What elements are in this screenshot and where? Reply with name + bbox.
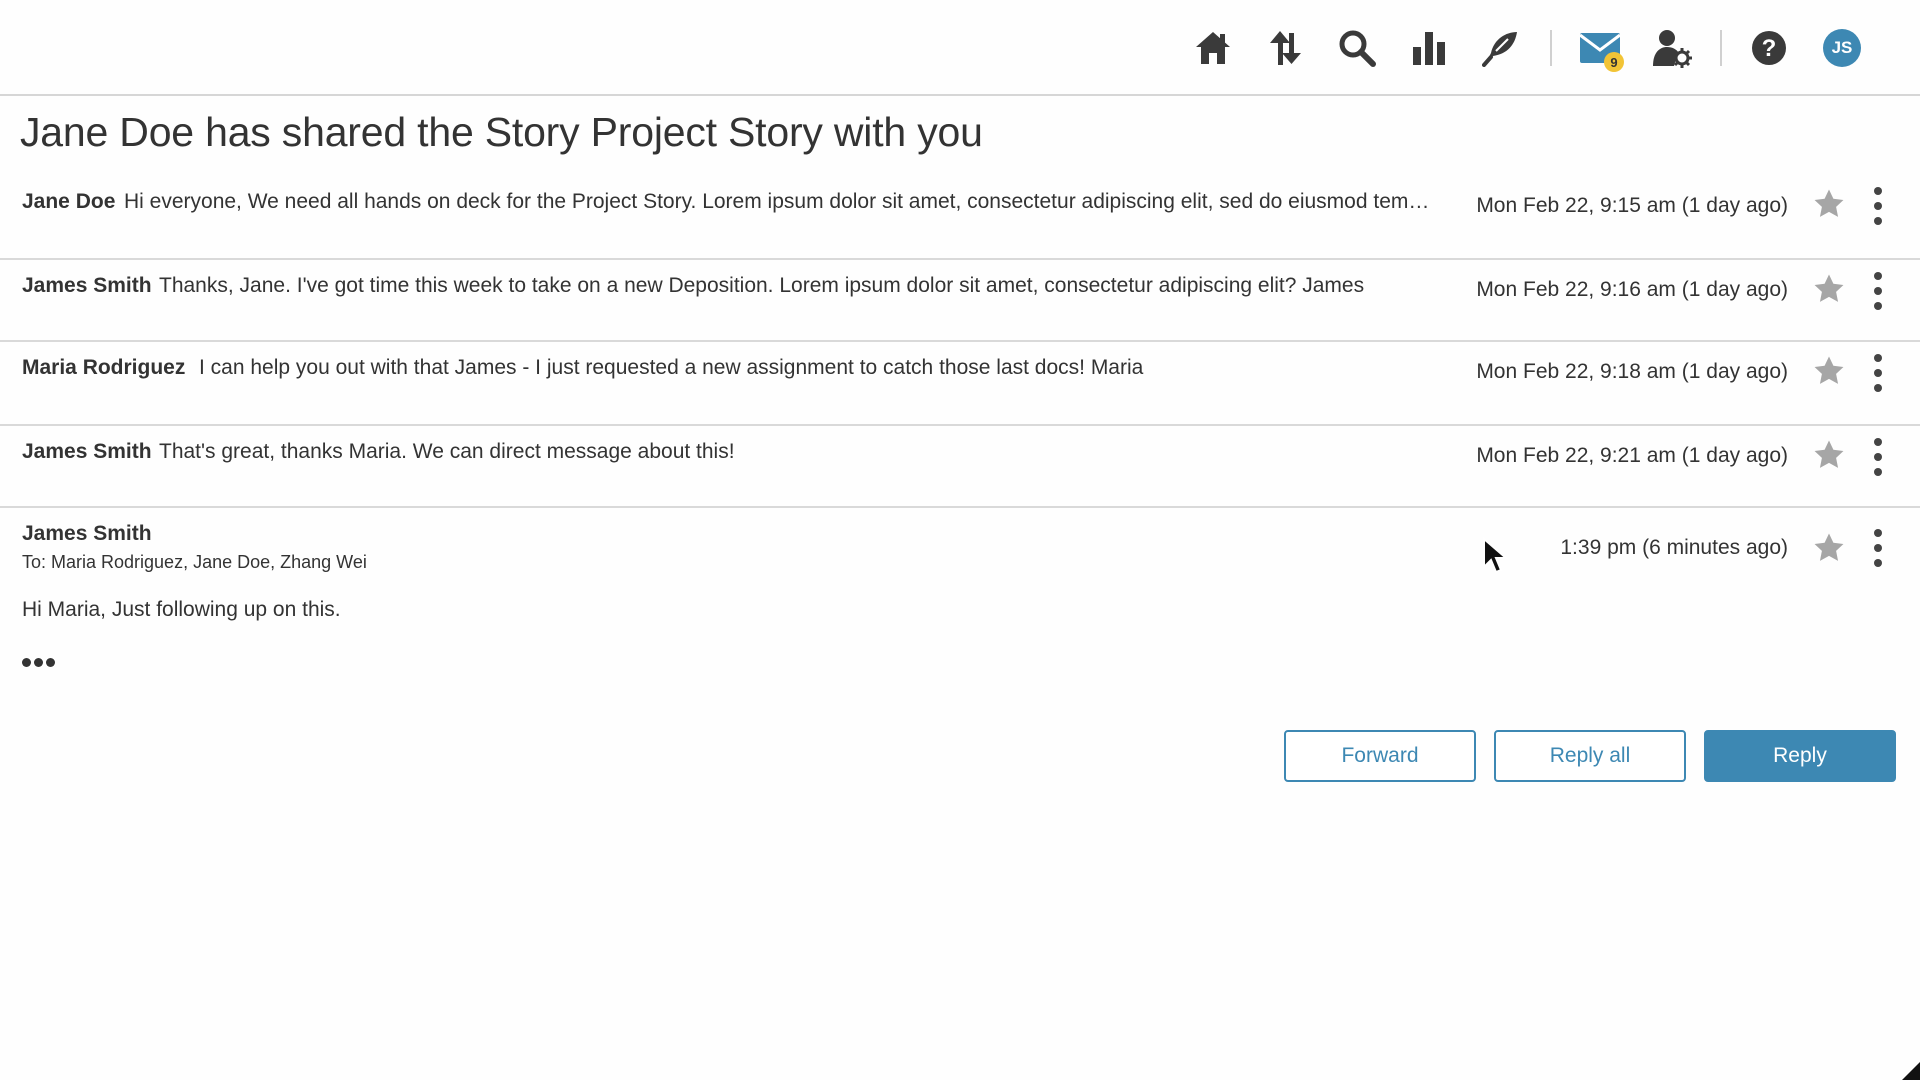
- bar-chart-icon[interactable]: [1407, 26, 1451, 70]
- more-options-icon[interactable]: [1866, 187, 1890, 225]
- avatar[interactable]: JS: [1823, 29, 1861, 67]
- feather-pen-icon[interactable]: [1479, 26, 1523, 70]
- more-options-icon[interactable]: [1866, 272, 1890, 310]
- show-quoted-text-icon[interactable]: [22, 658, 55, 667]
- top-nav-bar: 9 ? JS: [0, 0, 1920, 96]
- message-row[interactable]: Maria Rodriguez I can help you out with …: [0, 342, 1920, 426]
- message-sender: Maria Rodriguez: [22, 356, 186, 379]
- nav-divider: [1550, 30, 1552, 66]
- more-options-icon[interactable]: [1866, 438, 1890, 476]
- message-timestamp: 1:39 pm (6 minutes ago): [1560, 536, 1788, 559]
- message-sender: James Smith: [22, 522, 152, 545]
- svg-text:?: ?: [1762, 35, 1777, 62]
- message-preview: Hi everyone, We need all hands on deck f…: [124, 190, 1436, 213]
- more-options-icon[interactable]: [1866, 354, 1890, 392]
- message-body: Hi Maria, Just following up on this.: [22, 598, 341, 621]
- sort-arrows-icon[interactable]: [1263, 26, 1307, 70]
- user-settings-icon[interactable]: [1650, 26, 1694, 70]
- reply-all-button[interactable]: Reply all: [1494, 730, 1686, 782]
- message-timestamp: Mon Feb 22, 9:18 am (1 day ago): [1476, 360, 1788, 383]
- message-preview: That's great, thanks Maria. We can direc…: [159, 440, 735, 463]
- more-options-icon[interactable]: [1866, 529, 1890, 567]
- message-row[interactable]: James Smith Thanks, Jane. I've got time …: [0, 260, 1920, 342]
- message-preview: I can help you out with that James - I j…: [199, 356, 1144, 379]
- message-preview: Thanks, Jane. I've got time this week to…: [159, 274, 1365, 297]
- star-icon[interactable]: [1812, 354, 1846, 388]
- nav-divider: [1720, 30, 1722, 66]
- home-icon[interactable]: [1191, 26, 1235, 70]
- message-recipients: To: Maria Rodriguez, Jane Doe, Zhang Wei: [22, 552, 367, 572]
- star-icon[interactable]: [1812, 438, 1846, 472]
- page-title: Jane Doe has shared the Story Project St…: [20, 109, 983, 155]
- reply-button[interactable]: Reply: [1704, 730, 1896, 782]
- mouse-cursor-icon: [1483, 537, 1508, 574]
- message-timestamp: Mon Feb 22, 9:16 am (1 day ago): [1476, 278, 1788, 301]
- forward-button[interactable]: Forward: [1284, 730, 1476, 782]
- window-corner: [1902, 1062, 1920, 1080]
- message-timestamp: Mon Feb 22, 9:15 am (1 day ago): [1476, 194, 1788, 217]
- message-sender: James Smith: [22, 274, 152, 297]
- message-row[interactable]: Jane Doe Hi everyone, We need all hands …: [0, 170, 1920, 260]
- message-sender: James Smith: [22, 440, 152, 463]
- message-sender: Jane Doe: [22, 190, 116, 213]
- help-icon[interactable]: ?: [1747, 26, 1791, 70]
- message-timestamp: Mon Feb 22, 9:21 am (1 day ago): [1476, 444, 1788, 467]
- star-icon[interactable]: [1812, 272, 1846, 306]
- mail-icon[interactable]: 9: [1578, 26, 1624, 72]
- message-row[interactable]: James Smith That's great, thanks Maria. …: [0, 426, 1920, 508]
- star-icon[interactable]: [1812, 187, 1846, 221]
- star-icon[interactable]: [1812, 531, 1846, 565]
- unread-count-badge: 9: [1604, 52, 1624, 72]
- search-icon[interactable]: [1335, 26, 1379, 70]
